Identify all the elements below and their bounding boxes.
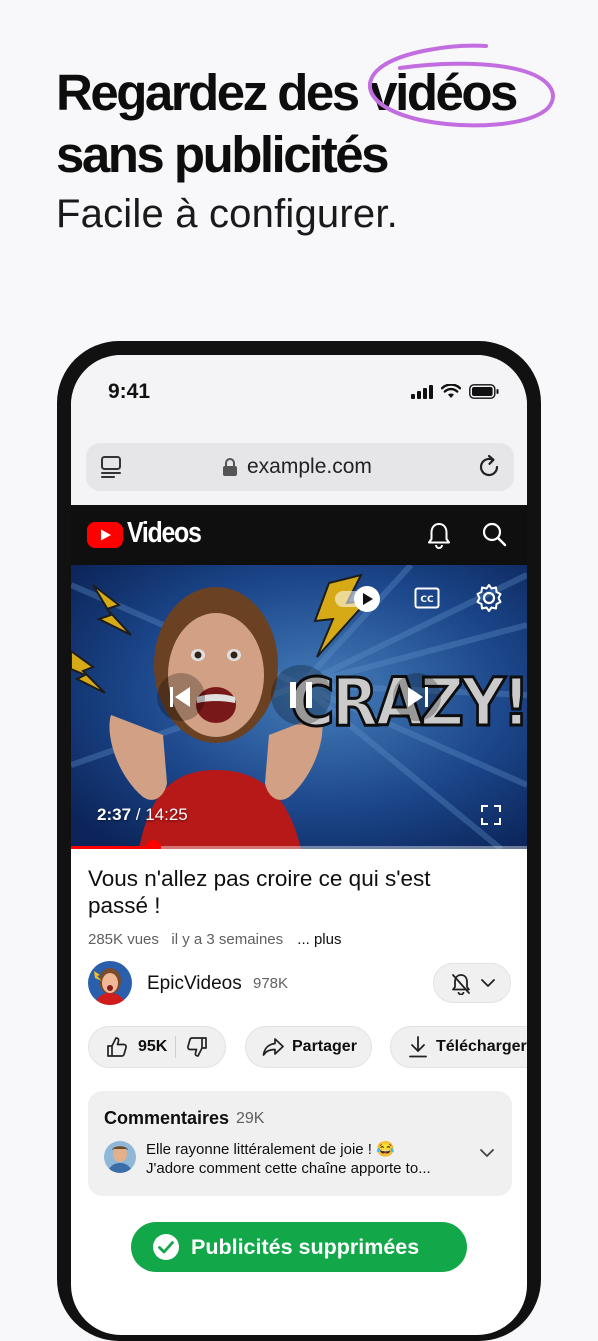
comment-line-2: J'adore comment cette chaîne apporte to.… xyxy=(146,1160,431,1177)
search-icon[interactable] xyxy=(481,521,507,547)
chevron-down-icon[interactable] xyxy=(480,1149,494,1158)
notifications-button[interactable] xyxy=(433,963,511,1003)
ads-removed-badge: Publicités supprimées xyxy=(131,1222,467,1272)
status-time: 9:41 xyxy=(108,380,151,403)
download-icon xyxy=(409,1036,427,1058)
headline-text-a: Regardez des xyxy=(56,64,360,121)
youtube-logo-icon[interactable] xyxy=(87,522,123,548)
phone-screen: 9:41 example.com Videos CC 2:37 / 14:25 … xyxy=(71,355,527,1335)
wifi-icon xyxy=(441,384,461,398)
channel-name[interactable]: EpicVideos xyxy=(147,973,242,995)
like-dislike-button[interactable]: 95K xyxy=(88,1026,226,1068)
subtitle: Facile à configurer. xyxy=(56,192,398,236)
tabs-icon[interactable] xyxy=(100,455,124,479)
headline-line-1: Regardez des vidéos xyxy=(56,62,576,124)
share-button[interactable]: Partager xyxy=(245,1026,372,1068)
previous-icon[interactable] xyxy=(157,673,205,721)
status-icons xyxy=(411,384,499,399)
browser-chrome: example.com xyxy=(71,425,527,505)
lock-icon xyxy=(223,458,237,476)
progress-fill xyxy=(71,846,153,849)
comment-text: Elle rayonne littéralement de joie ! 😂 J… xyxy=(146,1140,466,1178)
status-bar: 9:41 xyxy=(71,355,527,425)
channel-row: EpicVideos 978K xyxy=(88,961,513,1005)
like-divider xyxy=(175,1036,177,1058)
video-meta: 285K vues il y a 3 semaines ... plus xyxy=(88,931,341,948)
address-bar[interactable]: example.com xyxy=(86,443,514,491)
share-icon xyxy=(262,1038,284,1056)
video-title: Vous n'allez pas croire ce qui s'est pas… xyxy=(88,866,431,918)
bell-icon[interactable] xyxy=(426,521,452,549)
current-time: 2:37 xyxy=(97,805,132,824)
comments-count: 29K xyxy=(236,1110,265,1127)
duration: 14:25 xyxy=(145,805,188,824)
video-timestamp: 2:37 / 14:25 xyxy=(97,805,188,825)
reload-icon[interactable] xyxy=(476,454,502,480)
fullscreen-icon[interactable] xyxy=(481,805,501,825)
like-count: 95K xyxy=(138,1038,168,1055)
channel-avatar[interactable] xyxy=(88,961,132,1005)
chevron-down-icon xyxy=(481,979,495,987)
next-icon[interactable] xyxy=(393,673,441,721)
ads-removed-label: Publicités supprimées xyxy=(191,1234,420,1259)
app-header: Videos xyxy=(71,505,527,565)
cellular-signal-icon xyxy=(411,384,433,399)
action-row: 95K Partager Télécharger xyxy=(88,1026,527,1070)
thumbs-down-icon[interactable] xyxy=(186,1036,208,1058)
time-separator: / xyxy=(131,805,146,824)
autoplay-toggle-icon[interactable] xyxy=(333,585,383,613)
phone-frame: 9:41 example.com Videos CC 2:37 / 14:25 … xyxy=(57,341,541,1341)
headline-highlight-word: vidéos xyxy=(369,64,518,121)
url-text[interactable]: example.com xyxy=(247,455,372,479)
download-button[interactable]: Télécharger xyxy=(390,1026,527,1068)
headline-line-2: sans publicités xyxy=(56,126,389,183)
comments-title: Commentaires xyxy=(104,1108,230,1128)
view-count: 285K vues xyxy=(88,931,159,948)
comment-line-1: Elle rayonne littéralement de joie ! 😂 xyxy=(146,1141,395,1158)
commenter-avatar xyxy=(104,1141,136,1173)
svg-text:CC: CC xyxy=(420,595,434,605)
more-link[interactable]: ... plus xyxy=(297,931,341,948)
headline: Regardez des vidéos sans publicités xyxy=(56,62,576,186)
progress-knob[interactable] xyxy=(146,840,161,849)
check-icon xyxy=(153,1234,179,1260)
thumbs-up-icon[interactable] xyxy=(106,1036,128,1058)
bell-off-icon xyxy=(452,974,470,995)
cc-icon[interactable]: CC xyxy=(414,587,440,609)
settings-icon[interactable] xyxy=(474,583,504,613)
video-player[interactable]: CRAZY! CC xyxy=(71,565,527,849)
download-label: Télécharger xyxy=(436,1038,527,1055)
upload-age: il y a 3 semaines xyxy=(171,931,284,948)
subscriber-count: 978K xyxy=(253,975,289,992)
battery-icon xyxy=(469,384,499,399)
share-label: Partager xyxy=(292,1038,357,1055)
pause-icon[interactable] xyxy=(271,665,331,725)
app-title[interactable]: Videos xyxy=(127,517,202,550)
comments-panel[interactable]: Commentaires 29K Elle rayonne littéralem… xyxy=(88,1091,512,1196)
